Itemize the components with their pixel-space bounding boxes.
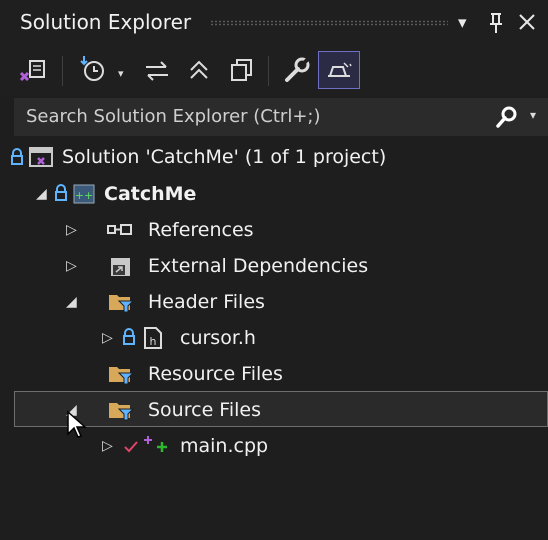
svg-text:++: ++ bbox=[75, 189, 93, 202]
expand-arrow-closed[interactable]: ▷ bbox=[66, 258, 77, 274]
switch-views-icon[interactable] bbox=[18, 56, 48, 84]
solution-lock-icon bbox=[10, 148, 24, 166]
expand-arrow-closed[interactable]: ▷ bbox=[102, 330, 113, 346]
expand-arrow-open[interactable]: ◢ bbox=[66, 294, 77, 310]
tree-item-cursor-h[interactable]: cursor.h bbox=[180, 327, 256, 349]
svg-text:h: h bbox=[150, 335, 157, 348]
search-icon[interactable] bbox=[494, 104, 520, 130]
project-lock-icon bbox=[54, 184, 68, 202]
properties-wrench-icon[interactable] bbox=[282, 55, 312, 85]
close-icon[interactable] bbox=[516, 11, 538, 33]
expand-arrow-open[interactable]: ◢ bbox=[36, 186, 47, 202]
collapse-all-icon[interactable] bbox=[186, 56, 212, 84]
show-all-files-icon[interactable] bbox=[228, 56, 256, 84]
search-input[interactable]: Search Solution Explorer (Ctrl+;) bbox=[26, 106, 321, 127]
search-options-dropdown-icon[interactable]: ▾ bbox=[530, 108, 536, 122]
checked-out-icon bbox=[122, 438, 140, 454]
tree-item-source-files[interactable]: Source Files bbox=[148, 399, 261, 421]
expand-arrow-closed[interactable]: ▷ bbox=[66, 222, 77, 238]
pending-changes-icon[interactable] bbox=[78, 54, 108, 84]
solution-icon bbox=[28, 146, 54, 170]
cpp-project-icon: ++ bbox=[72, 182, 96, 206]
pending-changes-dropdown-icon[interactable]: ▾ bbox=[118, 62, 124, 86]
tree-item-references[interactable]: References bbox=[148, 219, 254, 241]
toolbar-separator bbox=[268, 56, 269, 86]
sync-with-active-document-icon[interactable] bbox=[142, 58, 172, 84]
header-file-icon: h bbox=[142, 326, 164, 350]
filter-folder-icon bbox=[108, 291, 135, 313]
pin-icon[interactable] bbox=[486, 11, 506, 35]
tree-item-solution[interactable]: Solution 'CatchMe' (1 of 1 project) bbox=[62, 146, 386, 168]
external-dependencies-icon bbox=[108, 254, 134, 280]
tree-item-project[interactable]: CatchMe bbox=[104, 183, 196, 205]
expand-arrow-closed[interactable]: ▷ bbox=[102, 438, 113, 454]
filter-folder-icon bbox=[108, 399, 135, 421]
selected-row-highlight bbox=[14, 391, 548, 427]
panel-title: Solution Explorer bbox=[20, 10, 192, 34]
tree-item-external-dependencies[interactable]: External Dependencies bbox=[148, 255, 368, 277]
mouse-pointer-icon bbox=[66, 410, 88, 440]
window-position-dropdown-icon[interactable]: ▾ bbox=[458, 13, 467, 33]
tree-item-resource-files[interactable]: Resource Files bbox=[148, 363, 283, 385]
file-lock-icon bbox=[122, 328, 136, 346]
tree-item-header-files[interactable]: Header Files bbox=[148, 291, 265, 313]
preview-icon bbox=[324, 58, 354, 84]
cpp-file-icon bbox=[140, 432, 176, 456]
references-icon bbox=[106, 222, 136, 238]
tree-item-main-cpp[interactable]: main.cpp bbox=[180, 435, 268, 457]
filter-folder-icon bbox=[108, 363, 135, 385]
toolbar-separator bbox=[62, 56, 63, 86]
drag-grip[interactable] bbox=[210, 20, 448, 26]
